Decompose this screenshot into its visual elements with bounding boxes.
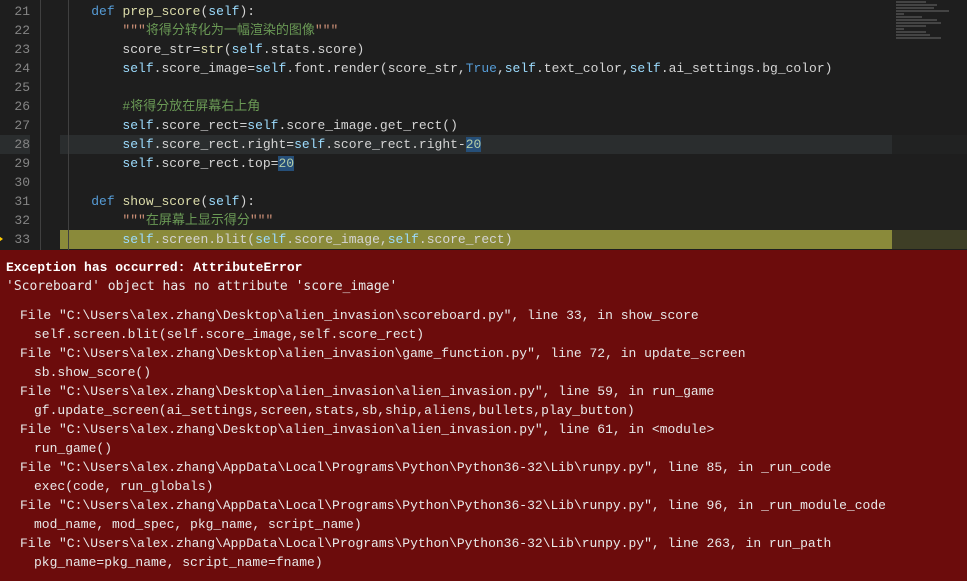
code-line: self.score_rect.right=self.score_rect.ri…: [60, 135, 967, 154]
line-number: 29: [0, 154, 30, 173]
line-number: 33: [0, 230, 30, 249]
code-editor[interactable]: 21 22 23 24 25 26 27 28 29 30 31 32 33 d…: [0, 0, 967, 250]
code-line: self.score_image=self.font.render(score_…: [60, 59, 967, 78]
line-number: 22: [0, 21, 30, 40]
code-line: def show_score(self):: [60, 192, 967, 211]
code-line: score_str=str(self.stats.score): [60, 40, 967, 59]
stack-frame-code: gf.update_screen(ai_settings,screen,stat…: [34, 401, 961, 420]
stack-frame-code: exec(code, run_globals): [34, 477, 961, 496]
stack-frame-code: self.screen.blit(self.score_image,self.s…: [34, 325, 961, 344]
minimap[interactable]: [892, 0, 967, 250]
code-line: #将得分放在屏幕右上角: [60, 97, 967, 116]
exception-title: Exception has occurred: AttributeError: [6, 258, 961, 277]
line-number: 23: [0, 40, 30, 59]
stack-frame: File "C:\Users\alex.zhang\Desktop\alien_…: [20, 306, 961, 325]
breakpoint-icon[interactable]: [0, 234, 3, 244]
code-line: self.score_rect.top=20: [60, 154, 967, 173]
code-line: self.score_rect=self.score_image.get_rec…: [60, 116, 967, 135]
debug-exception-panel: Exception has occurred: AttributeError '…: [0, 250, 967, 581]
stack-frame: File "C:\Users\alex.zhang\AppData\Local\…: [20, 496, 961, 515]
code-line: self.screen.blit(self.score_image,self.s…: [60, 230, 967, 249]
line-number: 26: [0, 97, 30, 116]
line-number: 24: [0, 59, 30, 78]
code-line: [60, 173, 967, 192]
stack-frame: File "C:\Users\alex.zhang\AppData\Local\…: [20, 534, 961, 553]
stack-frame: File "C:\Users\alex.zhang\Desktop\alien_…: [20, 382, 961, 401]
code-line: """在屏幕上显示得分""": [60, 211, 967, 230]
stack-frame: File "C:\Users\alex.zhang\AppData\Local\…: [20, 458, 961, 477]
line-number: 30: [0, 173, 30, 192]
stack-frame-code: sb.show_score(): [34, 363, 961, 382]
code-line: def prep_score(self):: [60, 2, 967, 21]
line-number-gutter: 21 22 23 24 25 26 27 28 29 30 31 32 33: [0, 0, 40, 250]
line-number: 28: [0, 135, 30, 154]
line-number: 31: [0, 192, 30, 211]
stack-frame: File "C:\Users\alex.zhang\Desktop\alien_…: [20, 344, 961, 363]
stack-frame-code: run_game(): [34, 439, 961, 458]
line-number: 25: [0, 78, 30, 97]
line-number: 32: [0, 211, 30, 230]
exception-message: 'Scoreboard' object has no attribute 'sc…: [6, 277, 961, 296]
code-line: """将得分转化为一幅渲染的图像""": [60, 21, 967, 40]
line-number: 21: [0, 2, 30, 21]
stack-frame-code: pkg_name=pkg_name, script_name=fname): [34, 553, 961, 572]
stack-frame-code: mod_name, mod_spec, pkg_name, script_nam…: [34, 515, 961, 534]
code-content[interactable]: def prep_score(self): """将得分转化为一幅渲染的图像""…: [40, 0, 967, 250]
stack-frame: File "C:\Users\alex.zhang\Desktop\alien_…: [20, 420, 961, 439]
line-number: 27: [0, 116, 30, 135]
code-line: [60, 78, 967, 97]
